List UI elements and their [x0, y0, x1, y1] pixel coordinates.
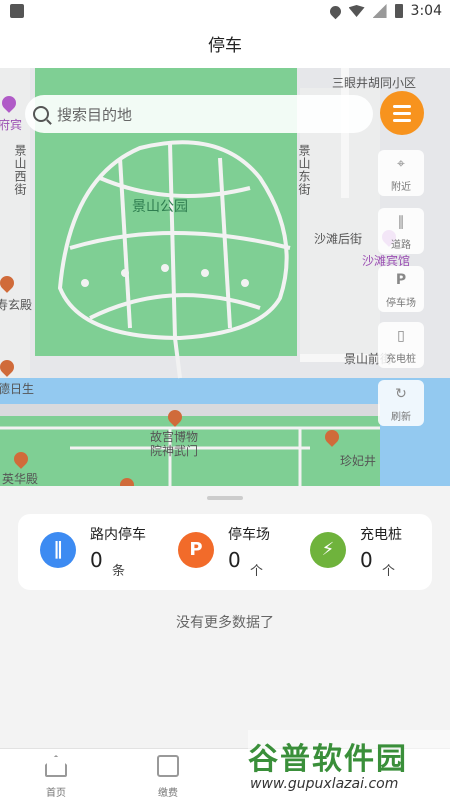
map-label-shatan: 沙滩后街 [314, 232, 363, 246]
refresh-icon: ↻ [395, 386, 407, 402]
stat-value: 0 [228, 548, 241, 572]
status-icons: 3:04 [327, 3, 442, 19]
stat-value: 0 [90, 548, 103, 572]
location-status-icon [327, 3, 343, 19]
status-time: 3:04 [410, 3, 442, 19]
charging-button[interactable]: ▯ 充电桩 [378, 322, 424, 368]
battery-icon [394, 4, 403, 18]
charger-icon: ⚡ [310, 532, 346, 568]
payment-icon [157, 755, 179, 777]
list-menu-button[interactable] [380, 91, 424, 135]
refresh-button[interactable]: ↻ 刷新 [378, 380, 424, 426]
stat-label: 停车场 [228, 527, 270, 543]
home-icon [45, 755, 67, 777]
list-icon [393, 118, 411, 122]
watermark-url: www.gupuxlazai.com [250, 776, 399, 792]
map-label-east-street: 景山东街 [297, 144, 311, 196]
tab-home[interactable]: 首页 [26, 755, 86, 800]
nearby-button[interactable]: ⌖ 附近 [378, 150, 424, 196]
road-button[interactable]: ∥ 道路 [378, 208, 424, 254]
list-icon [393, 104, 411, 108]
map-label-left-hall: 寿玄殿 [0, 298, 33, 312]
road-icon: ∥ [397, 214, 405, 230]
list-icon [393, 111, 411, 115]
road-label: 道路 [391, 240, 411, 251]
gallery-notification-icon [10, 4, 24, 18]
nearby-label: 附近 [391, 182, 411, 193]
charger-icon: ▯ [397, 328, 405, 344]
map-label-museum: 故宫博物院神武门 [150, 430, 199, 458]
map-label-park: 景山公园 [132, 199, 188, 215]
parking-lot-button[interactable]: P 停车场 [378, 266, 424, 312]
tab-home-label: 首页 [46, 788, 66, 799]
stat-value: 0 [360, 548, 373, 572]
status-bar: 3:04 [0, 0, 450, 24]
parking-icon: P [178, 532, 214, 568]
stat-unit: 条 [112, 564, 126, 579]
search-input[interactable]: 搜索目的地 [57, 104, 132, 125]
map-label-zhenfei: 珍妃井 [340, 454, 377, 468]
wifi-icon [348, 5, 365, 17]
stat-charging[interactable]: ⚡ 充电桩 0 个 [310, 514, 420, 590]
map-label-top-right: 三眼井胡同小区 [332, 76, 417, 90]
map-label-left-top: 府宾 [0, 118, 23, 132]
map-label-yinghua: 英华殿 [2, 472, 39, 486]
map-label-left-bottom: 德日生 [0, 382, 35, 396]
stat-unit: 个 [250, 564, 264, 579]
stat-unit: 个 [382, 564, 396, 579]
page-title: 停车 [0, 24, 450, 68]
tab-fee-label: 缴费 [158, 788, 178, 799]
watermark: 谷普软件园 www.gupuxlazai.com [248, 730, 450, 800]
tab-fee[interactable]: 缴费 [138, 755, 198, 800]
stat-label: 路内停车 [90, 527, 146, 543]
map-label-west-street: 景山西街 [13, 144, 27, 196]
charging-label: 充电桩 [386, 354, 416, 365]
search-icon [33, 106, 49, 122]
location-pin-icon: ⌖ [397, 156, 405, 172]
parking-icon: P [395, 272, 407, 288]
drag-handle[interactable] [207, 496, 243, 500]
watermark-brand: 谷普软件园 [248, 742, 408, 777]
stat-road-parking[interactable]: ∥ 路内停车 0 条 [40, 514, 160, 590]
refresh-label: 刷新 [391, 412, 411, 423]
parking-lot-label: 停车场 [386, 298, 416, 309]
stat-parking-lot[interactable]: P 停车场 0 个 [178, 514, 288, 590]
search-bar[interactable]: 搜索目的地 [25, 95, 373, 133]
stats-card: ∥ 路内停车 0 条 P 停车场 0 个 ⚡ 充电桩 0 个 [18, 514, 432, 590]
road-icon: ∥ [40, 532, 76, 568]
signal-icon [372, 4, 387, 18]
stat-label: 充电桩 [360, 527, 402, 543]
no-more-data-text: 没有更多数据了 [176, 615, 274, 631]
